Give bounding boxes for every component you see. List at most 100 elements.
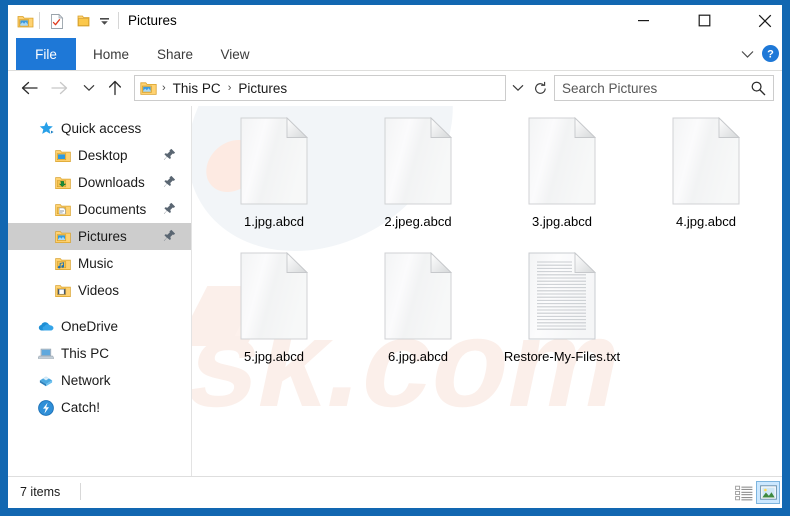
sidebar-item-label: Network — [61, 373, 111, 388]
file-name-label: 2.jpeg.abcd — [384, 214, 452, 229]
desktop-folder-icon — [55, 148, 71, 164]
help-button[interactable]: ? — [762, 45, 779, 62]
details-view-button[interactable] — [732, 481, 756, 504]
qat-separator-2 — [118, 12, 119, 29]
navigation-pane: Quick access Desktop Downloads Documents Pic… — [8, 106, 191, 476]
sidebar-item-label: Music — [78, 256, 114, 271]
file-item[interactable]: 1.jpg.abcd — [202, 110, 346, 245]
properties-icon[interactable] — [46, 10, 68, 32]
file-name-label: 5.jpg.abcd — [244, 349, 304, 364]
pictures-folder-icon — [140, 80, 157, 97]
up-button[interactable] — [102, 75, 128, 101]
chevron-down-icon[interactable] — [736, 45, 758, 63]
qat-separator-1 — [39, 12, 40, 29]
documents-folder-icon — [55, 202, 71, 218]
sidebar-item-music[interactable]: Music — [8, 250, 191, 277]
music-folder-icon — [55, 256, 71, 272]
new-folder-icon[interactable] — [72, 10, 94, 32]
file-item[interactable]: 6.jpg.abcd — [346, 245, 490, 380]
sidebar-item-label: This PC — [61, 346, 110, 361]
search-input[interactable] — [562, 80, 748, 96]
file-name-label: 6.jpg.abcd — [388, 349, 448, 364]
sidebar-item-label: Quick access — [61, 121, 142, 136]
onedrive-cloud-icon — [38, 319, 54, 335]
sidebar-item-downloads[interactable]: Downloads — [8, 169, 191, 196]
file-item[interactable]: 3.jpg.abcd — [490, 110, 634, 245]
breadcrumb-separator-2: › — [227, 82, 232, 94]
file-name-label: 3.jpg.abcd — [532, 214, 592, 229]
blank-file-icon — [381, 113, 455, 209]
sidebar-item-label: Downloads — [78, 175, 145, 190]
customize-chevron-icon[interactable] — [96, 10, 112, 32]
svg-text:?: ? — [767, 49, 774, 61]
ribbon-tab-strip: File Home Share View ? — [8, 38, 782, 71]
forward-button[interactable] — [46, 75, 72, 101]
minimize-button[interactable] — [620, 5, 666, 36]
blank-file-icon — [669, 113, 743, 209]
pin-icon[interactable] — [163, 229, 177, 243]
blank-file-icon — [237, 113, 311, 209]
file-item[interactable]: Restore-My-Files.txt — [490, 245, 634, 380]
sidebar-item-pictures[interactable]: Pictures — [8, 223, 191, 250]
breadcrumb-separator: › — [162, 82, 166, 94]
file-name-label: 4.jpg.abcd — [676, 214, 736, 229]
file-item[interactable]: 4.jpg.abcd — [634, 110, 778, 245]
sidebar-item-label: Catch! — [61, 400, 101, 415]
sidebar-item-documents[interactable]: Documents — [8, 196, 191, 223]
blank-file-icon — [525, 113, 599, 209]
close-button[interactable] — [742, 5, 782, 36]
sidebar-item-desktop[interactable]: Desktop — [8, 142, 191, 169]
item-count-text: 7 items — [20, 485, 61, 499]
sidebar-item-this-pc[interactable]: This PC — [8, 340, 191, 367]
breadcrumb-pictures[interactable]: Pictures — [236, 81, 289, 96]
tab-share[interactable]: Share — [144, 38, 206, 70]
tab-file[interactable]: File — [16, 38, 76, 70]
window-client-area: Pictures File Home Share View ? › This P… — [8, 5, 782, 508]
sidebar-item-label: Desktop — [78, 148, 128, 163]
videos-folder-icon — [55, 283, 71, 299]
explorer-window: Pictures File Home Share View ? › This P… — [0, 0, 790, 516]
address-bar-row: › This PC › Pictures — [8, 71, 782, 106]
tab-home[interactable]: Home — [80, 38, 142, 70]
pin-icon[interactable] — [163, 202, 177, 216]
pictures-folder-icon — [55, 229, 71, 245]
pin-icon[interactable] — [163, 175, 177, 189]
window-title: Pictures — [128, 13, 177, 28]
refresh-icon[interactable] — [529, 75, 551, 101]
star-icon — [38, 121, 54, 137]
file-item[interactable]: 5.jpg.abcd — [202, 245, 346, 380]
sidebar-item-quick-access[interactable]: Quick access — [8, 115, 191, 142]
pin-icon[interactable] — [163, 148, 177, 162]
file-grid: 1.jpg.abcd 2.jpeg.abcd 3.jpg.abcd 4.jpg.abc… — [192, 106, 782, 380]
sidebar-item-label: Pictures — [78, 229, 127, 244]
status-bar: 7 items — [8, 476, 782, 508]
text-file-icon — [525, 248, 599, 344]
breadcrumb-this-pc[interactable]: This PC — [171, 81, 223, 96]
sidebar-item-catch[interactable]: Catch! — [8, 394, 191, 421]
search-icon[interactable] — [750, 80, 766, 96]
explorer-body: Quick access Desktop Downloads Documents Pic… — [8, 106, 782, 476]
sidebar-item-videos[interactable]: Videos — [8, 277, 191, 304]
catch-app-icon — [38, 399, 54, 416]
file-item[interactable]: 2.jpeg.abcd — [346, 110, 490, 245]
tab-view[interactable]: View — [208, 38, 262, 70]
back-button[interactable] — [16, 75, 42, 101]
this-pc-icon — [38, 346, 54, 362]
status-separator — [80, 483, 81, 500]
search-box[interactable] — [554, 75, 774, 101]
large-icons-view-button[interactable] — [756, 481, 780, 504]
recent-locations-button[interactable] — [76, 75, 102, 101]
sidebar-item-onedrive[interactable]: OneDrive — [8, 313, 191, 340]
blank-file-icon — [237, 248, 311, 344]
downloads-folder-icon — [55, 175, 71, 191]
maximize-button[interactable] — [681, 5, 727, 36]
file-list-view[interactable]: isk.com 1.jpg.abcd 2.jpeg.abcd 3.jpg.abcd 4… — [192, 106, 782, 476]
sidebar-item-label: OneDrive — [61, 319, 119, 334]
network-icon — [38, 373, 54, 389]
blank-file-icon — [381, 248, 455, 344]
address-dropdown-icon[interactable] — [508, 75, 528, 101]
title-bar: Pictures — [8, 5, 782, 38]
sidebar-item-network[interactable]: Network — [8, 367, 191, 394]
breadcrumb[interactable]: › This PC › Pictures — [134, 75, 506, 101]
folder-properties-icon[interactable] — [14, 10, 36, 32]
